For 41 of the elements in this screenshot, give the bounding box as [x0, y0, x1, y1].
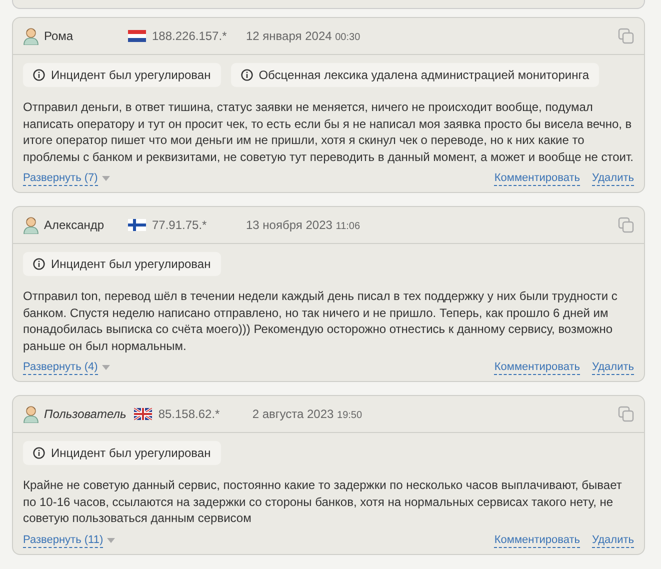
ip-address: 77.91.75.* — [152, 217, 207, 234]
user-icon — [23, 405, 39, 423]
caret-icon[interactable] — [102, 365, 110, 370]
flag-icon — [128, 30, 146, 42]
expand-link[interactable]: Развернуть (7) — [23, 171, 98, 186]
notice-text: Обсценная лексика удалена администрацией мониторинга — [258, 67, 590, 84]
comment-link[interactable]: Комментировать — [494, 360, 580, 375]
notice-text: Инцидент был урегулирован — [51, 445, 211, 462]
user-icon — [23, 216, 39, 234]
author-name: Пользователь — [44, 406, 126, 423]
ip-address: 85.158.62.* — [158, 406, 220, 423]
caret-icon[interactable] — [107, 538, 116, 542]
info-icon — [33, 447, 45, 459]
author-name: Рома — [44, 28, 74, 45]
notice-text: Инцидент был урегулирован — [51, 67, 211, 84]
review-date: 12 января 2024 00:30 — [246, 28, 360, 45]
review-date: 13 ноября 2023 11:06 — [246, 217, 360, 234]
info-icon — [33, 258, 45, 270]
author-name: Александр — [44, 217, 104, 234]
notice-text: Инцидент был урегулирован — [51, 256, 211, 273]
copy-icon[interactable] — [618, 28, 634, 44]
info-icon — [33, 69, 45, 81]
review-text: Крайне не советую данный сервис, постоянно какие то задержки по несколько часов выплачивают, бывает по 10-16 часов, ссылаются на задержки со стороны банков, хотя на нормальных сервисах такого нету, не советую пользоваться данным сервисом — [23, 477, 623, 526]
copy-icon[interactable] — [618, 406, 634, 422]
user-icon — [23, 27, 39, 45]
flag-icon — [128, 219, 146, 231]
comment-link[interactable]: Комментировать — [494, 171, 580, 186]
flag-icon — [134, 408, 152, 420]
review-date: 2 августа 2023 19:50 — [252, 406, 362, 423]
ip-address: 188.226.157.* — [152, 28, 227, 45]
delete-link[interactable]: Удалить — [592, 532, 634, 548]
delete-link[interactable]: Удалить — [592, 360, 634, 375]
review-text: Отправил деньги, в ответ тишина, статус заявки не меняется, ничего не происходит вообще, подумал написать оператору и тут он просит чек, то есть если бы я не написал моя заявка просто бы висела вечно, в итоге оператор пишет что мои деньги им не пришли, хотя я скинул чек о переводе, но к них какие то проблемы с банком и реквизитами, не советую тут переводить в данный момент, а может и вообще не стоит. — [23, 99, 634, 165]
expand-link[interactable]: Развернуть (4) — [23, 360, 98, 375]
expand-link[interactable]: Развернуть (11) — [23, 532, 104, 548]
delete-link[interactable]: Удалить — [592, 171, 634, 186]
review-text: Отправил ton, перевод шёл в течении недели каждый день писал в тех поддержку у них были трудности с банком. Спустя неделю написано отправлено, но так ничего и не пришло. Теперь, как прошло 6 дней им понадобилась выписка со счёта моего))) Рекомендую осторожно отнестись к данному сервису, возможно раньше он был нормальным. — [23, 288, 618, 354]
copy-icon[interactable] — [618, 217, 634, 233]
caret-icon[interactable] — [102, 176, 110, 181]
info-icon — [240, 69, 253, 81]
comment-link[interactable]: Комментировать — [494, 532, 580, 548]
